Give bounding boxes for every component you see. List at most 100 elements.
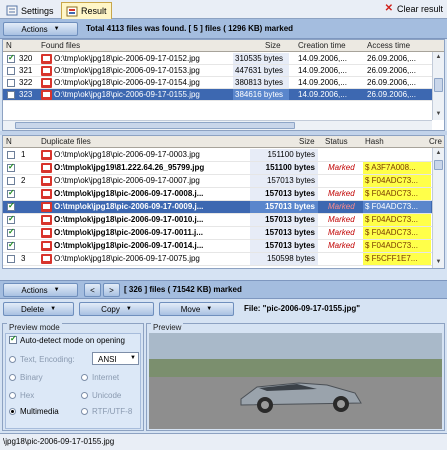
hash: $ F5CFF1E7...	[363, 253, 431, 265]
col-access-time[interactable]: Access time	[367, 41, 410, 50]
col-found-files[interactable]: Found files	[41, 41, 80, 50]
col-size[interactable]: Size	[265, 41, 281, 50]
move-button[interactable]: Move ▼	[159, 302, 234, 316]
prev-button[interactable]: <	[84, 283, 101, 297]
radio-hex[interactable]	[9, 392, 16, 399]
table-row[interactable]: 322 O:\tmp\ok\jpg18\pic-2006-09-17-0154.j…	[3, 77, 444, 89]
radio-unicode[interactable]	[81, 392, 88, 399]
scroll-down-icon[interactable]: ▼	[433, 257, 444, 268]
copy-button[interactable]: Copy ▼	[79, 302, 154, 316]
creation-time: 14.09.2006,...	[298, 78, 347, 87]
table-row[interactable]: 321 O:\tmp\ok\jpg18\pic-2006-09-17-0153.j…	[3, 65, 444, 77]
row-checkbox[interactable]	[7, 255, 15, 263]
clear-result-button[interactable]: ✕ Clear result	[385, 3, 443, 14]
radio-internet[interactable]	[81, 374, 88, 381]
internet-label: Internet	[92, 373, 120, 382]
multimedia-label: Multimedia	[20, 407, 59, 416]
auto-detect-checkbox[interactable]	[9, 334, 17, 344]
hash: $ F04ADC73...	[363, 201, 431, 213]
col-size[interactable]: Size	[299, 137, 315, 146]
copy-label: Copy	[101, 304, 120, 314]
unicode-label: Unicode	[92, 391, 122, 400]
table-row[interactable]: O:\tmp\ok\jpg18\pic-2006-09-17-0009.j...…	[3, 201, 444, 214]
scroll-down-icon[interactable]: ▼	[433, 109, 444, 120]
table-row[interactable]: 320 O:\tmp\ok\jpg18\pic-2006-09-17-0152.j…	[3, 53, 444, 65]
table-row[interactable]: O:\tmp\ok\jpg18\pic-2006-09-17-0011.j...…	[3, 227, 444, 240]
found-horizontal-scrollbar[interactable]	[3, 120, 432, 130]
file-name: O:\tmp\ok\jpg18\pic-2006-09-17-0009.j...	[54, 202, 204, 211]
duplicate-files-table[interactable]: N Duplicate files Size Status Hash Cre 1…	[2, 135, 445, 269]
row-checkbox[interactable]	[7, 214, 15, 224]
dropdown-arrow-icon: ▼	[53, 287, 60, 293]
row-checkbox[interactable]	[7, 151, 15, 159]
row-number: 322	[19, 78, 33, 87]
col-hash[interactable]: Hash	[365, 137, 384, 146]
result-tab-icon	[66, 6, 78, 17]
radio-rtf[interactable]	[81, 408, 88, 415]
col-creation[interactable]: Cre	[429, 137, 442, 146]
table-row[interactable]: O:\tmp\ok\jpg19\81.222.64.26_95799.jpg 15…	[3, 162, 444, 175]
file-size: 151100 bytes	[250, 162, 318, 174]
next-button[interactable]: >	[103, 283, 120, 297]
action-toolbar: Delete ▼ Copy ▼ Move ▼ File: "pic-2006-09-1…	[0, 299, 447, 319]
col-creation-time[interactable]: Creation time	[298, 41, 346, 50]
radio-text[interactable]	[9, 356, 16, 363]
scroll-thumb[interactable]	[15, 122, 295, 129]
preview-mode-group: Preview mode Auto-detect mode on opening…	[2, 323, 144, 431]
dropdown-arrow-icon: ▼	[53, 26, 60, 32]
table-row[interactable]: O:\tmp\ok\jpg18\pic-2006-09-17-0014.j...…	[3, 240, 444, 253]
row-checkbox[interactable]	[7, 91, 15, 99]
scroll-thumb[interactable]	[434, 160, 443, 170]
radio-multimedia[interactable]	[9, 408, 16, 415]
col-n[interactable]: N	[6, 41, 12, 50]
col-status[interactable]: Status	[325, 137, 348, 146]
file-size: 157013 bytes	[250, 214, 318, 226]
scroll-up-icon[interactable]: ▲	[433, 52, 444, 63]
image-file-icon	[41, 176, 52, 186]
actions-button-top[interactable]: Actions ▼	[3, 22, 78, 36]
row-checkbox[interactable]	[7, 162, 15, 172]
encoding-value: ANSI	[98, 355, 117, 364]
table-row[interactable]: O:\tmp\ok\jpg18\pic-2006-09-17-0010.j...…	[3, 214, 444, 227]
text-encoding-label: Text, Encoding:	[20, 355, 75, 364]
row-checkbox[interactable]	[7, 79, 15, 87]
row-checkbox[interactable]	[7, 227, 15, 237]
hex-label: Hex	[20, 391, 35, 400]
car-photo	[149, 333, 442, 429]
row-checkbox[interactable]	[7, 177, 15, 185]
row-checkbox[interactable]	[7, 67, 15, 75]
table-row[interactable]: 323 O:\tmp\ok\jpg18\pic-2006-09-17-0155.j…	[3, 89, 444, 101]
col-n[interactable]: N	[6, 137, 12, 146]
tab-settings[interactable]: Settings	[2, 2, 58, 19]
file-label: File: "pic-2006-09-17-0155.jpg"	[244, 304, 361, 313]
hash: $ F04ADC73...	[363, 214, 431, 226]
delete-button[interactable]: Delete ▼	[3, 302, 74, 316]
row-checkbox[interactable]	[7, 240, 15, 250]
hash: $ F04ADC73...	[363, 188, 431, 200]
dup-vertical-scrollbar[interactable]: ▲ ▼	[432, 148, 444, 268]
file-name: O:\tmp\ok\jpg18\pic-2006-09-17-0011.j...	[54, 228, 203, 237]
prev-label: <	[90, 285, 95, 295]
row-checkbox[interactable]	[7, 188, 15, 198]
found-files-table[interactable]: N Found files Size Creation time Access …	[2, 39, 445, 131]
tab-result[interactable]: Result	[61, 2, 112, 19]
col-duplicate-files[interactable]: Duplicate files	[41, 137, 91, 146]
tab-bar: Settings Result ✕ Clear result	[0, 0, 447, 19]
table-row[interactable]: 2 O:\tmp\ok\jpg18\pic-2006-09-17-0007.jpg…	[3, 175, 444, 188]
found-vertical-scrollbar[interactable]: ▲ ▼	[432, 52, 444, 120]
tab-result-label: Result	[81, 6, 107, 16]
table-row[interactable]: 1 O:\tmp\ok\jpg18\pic-2006-09-17-0003.jpg…	[3, 149, 444, 162]
file-name: O:\tmp\ok\jpg19\81.222.64.26_95799.jpg	[54, 163, 205, 172]
table-row[interactable]: 3 O:\tmp\ok\jpg18\pic-2006-09-17-0075.jpg…	[3, 253, 444, 266]
radio-binary[interactable]	[9, 374, 16, 381]
table-row[interactable]: O:\tmp\ok\jpg18\pic-2006-09-17-0008.j...…	[3, 188, 444, 201]
image-file-icon	[41, 66, 52, 76]
row-checkbox[interactable]	[7, 53, 15, 63]
chevron-down-icon: ▼	[130, 355, 136, 361]
scroll-thumb[interactable]	[434, 78, 443, 92]
image-file-icon	[41, 163, 52, 173]
encoding-select[interactable]: ANSI ▼	[92, 352, 139, 365]
row-checkbox[interactable]	[7, 201, 15, 211]
actions-button-bottom[interactable]: Actions ▼	[3, 283, 78, 297]
scroll-up-icon[interactable]: ▲	[433, 148, 444, 159]
